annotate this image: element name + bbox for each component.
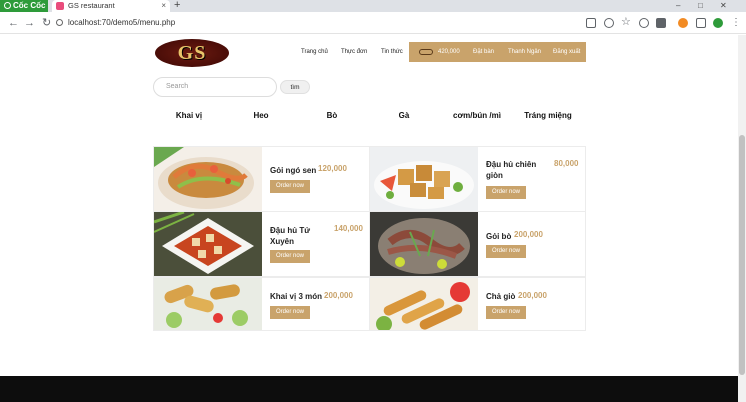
category-bo[interactable]: Bò: [302, 111, 362, 120]
order-now-button[interactable]: Order now: [270, 180, 310, 193]
translate-icon[interactable]: [586, 18, 596, 28]
dish-price: 200,000: [324, 291, 353, 300]
dish-card: Gỏi bò 200,000 Order now: [369, 211, 586, 277]
reload-button[interactable]: ↻: [42, 16, 51, 30]
page-scrollbar[interactable]: [738, 35, 746, 402]
download-icon[interactable]: [656, 18, 666, 28]
back-button[interactable]: ←: [8, 16, 19, 30]
close-window-button[interactable]: ✕: [720, 0, 727, 12]
category-khai-vi[interactable]: Khai vị: [159, 111, 219, 120]
puzzle-extensions-icon[interactable]: [696, 18, 706, 28]
new-tab-button[interactable]: +: [174, 0, 180, 11]
dish-card: Chả giò 200,000 Order now: [369, 277, 586, 331]
browser-tabbar: Cốc Cốc GS restaurant × + – □ ✕: [0, 0, 746, 12]
favicon-icon: [56, 2, 64, 10]
category-ga[interactable]: Gà: [374, 111, 434, 120]
dish-image[interactable]: [154, 212, 262, 276]
account-bar: 420,000 Đặt bàn Thanh Ngân Đăng xuất: [409, 42, 586, 62]
menu-kebab-icon[interactable]: ⋮: [731, 18, 741, 28]
forward-button[interactable]: →: [24, 16, 35, 30]
browser-brand[interactable]: Cốc Cốc: [0, 0, 48, 12]
nav-username[interactable]: Thanh Ngân: [508, 42, 541, 62]
address-bar[interactable]: localhost:70/demo5/menu.php: [56, 16, 175, 30]
site-logo[interactable]: GS: [155, 39, 229, 67]
dish-price: 120,000: [318, 164, 347, 173]
dish-price: 80,000: [554, 159, 579, 168]
dish-card: Đậu hủ chiên giòn 80,000 Order now: [369, 146, 586, 212]
nav-news[interactable]: Tin thức: [381, 42, 403, 62]
bookmark-star-icon[interactable]: ☆: [621, 17, 631, 28]
dish-price: 200,000: [518, 291, 547, 300]
dish-card: Đậu hủ Tứ Xuyên 140,000 Order now: [153, 211, 370, 277]
cart-icon[interactable]: [419, 49, 433, 55]
dish-name: Đậu hủ Tứ Xuyên: [270, 226, 311, 246]
coccoc-logo-icon: [4, 2, 11, 9]
dish-card: Khai vị 3 món 200,000 Order now: [153, 277, 370, 331]
search-button[interactable]: tìm: [280, 80, 310, 94]
order-now-button[interactable]: Order now: [486, 186, 526, 199]
browser-toolbar: ← → ↻ localhost:70/demo5/menu.php ☆ ⋮: [0, 12, 746, 34]
site-info-icon[interactable]: [56, 19, 63, 26]
shield-icon[interactable]: [639, 18, 649, 28]
category-heo[interactable]: Heo: [231, 111, 291, 120]
zoom-icon[interactable]: [604, 18, 614, 28]
profile-avatar-icon[interactable]: [713, 18, 723, 28]
dish-name: Khai vị 3 món: [270, 292, 323, 301]
dish-card: Gỏi ngó sen 120,000 Order now: [153, 146, 370, 212]
tab-title: GS restaurant: [68, 1, 115, 10]
dish-image[interactable]: [154, 278, 262, 330]
dish-image[interactable]: [370, 212, 478, 276]
dish-image[interactable]: [370, 147, 478, 211]
cart-total[interactable]: 420,000: [438, 42, 460, 62]
dish-image[interactable]: [370, 278, 478, 330]
scrollbar-thumb[interactable]: [739, 135, 745, 375]
nav-logout[interactable]: Đăng xuất: [553, 42, 580, 62]
dish-name: Chả giò: [486, 292, 516, 301]
category-trang-mieng[interactable]: Tráng miệng: [518, 111, 578, 120]
nav-menu[interactable]: Thực đơn: [341, 42, 367, 62]
dish-name: Đậu hủ chiên giòn: [486, 160, 537, 180]
order-now-button[interactable]: Order now: [270, 250, 310, 263]
tab-gs-restaurant[interactable]: GS restaurant ×: [52, 0, 170, 12]
dish-price: 140,000: [334, 224, 363, 233]
category-com-bun-mi[interactable]: cơm/bún /mì: [446, 111, 508, 120]
extension-coccoc-icon[interactable]: [678, 18, 688, 28]
minimize-button[interactable]: –: [676, 0, 680, 12]
order-now-button[interactable]: Order now: [486, 306, 526, 319]
nav-home[interactable]: Trang chủ: [301, 42, 328, 62]
nav-booking[interactable]: Đặt bàn: [473, 42, 494, 62]
dish-price: 200,000: [514, 230, 543, 239]
order-now-button[interactable]: Order now: [486, 245, 526, 258]
order-now-button[interactable]: Order now: [270, 306, 310, 319]
maximize-button[interactable]: □: [698, 0, 703, 12]
close-tab-icon[interactable]: ×: [161, 0, 166, 12]
dish-image[interactable]: [154, 147, 262, 211]
search-input[interactable]: Search: [153, 77, 277, 97]
page-viewport: GS Trang chủ Thực đơn Tin thức 420,000 Đ…: [0, 35, 738, 402]
page-footer: [0, 376, 738, 402]
